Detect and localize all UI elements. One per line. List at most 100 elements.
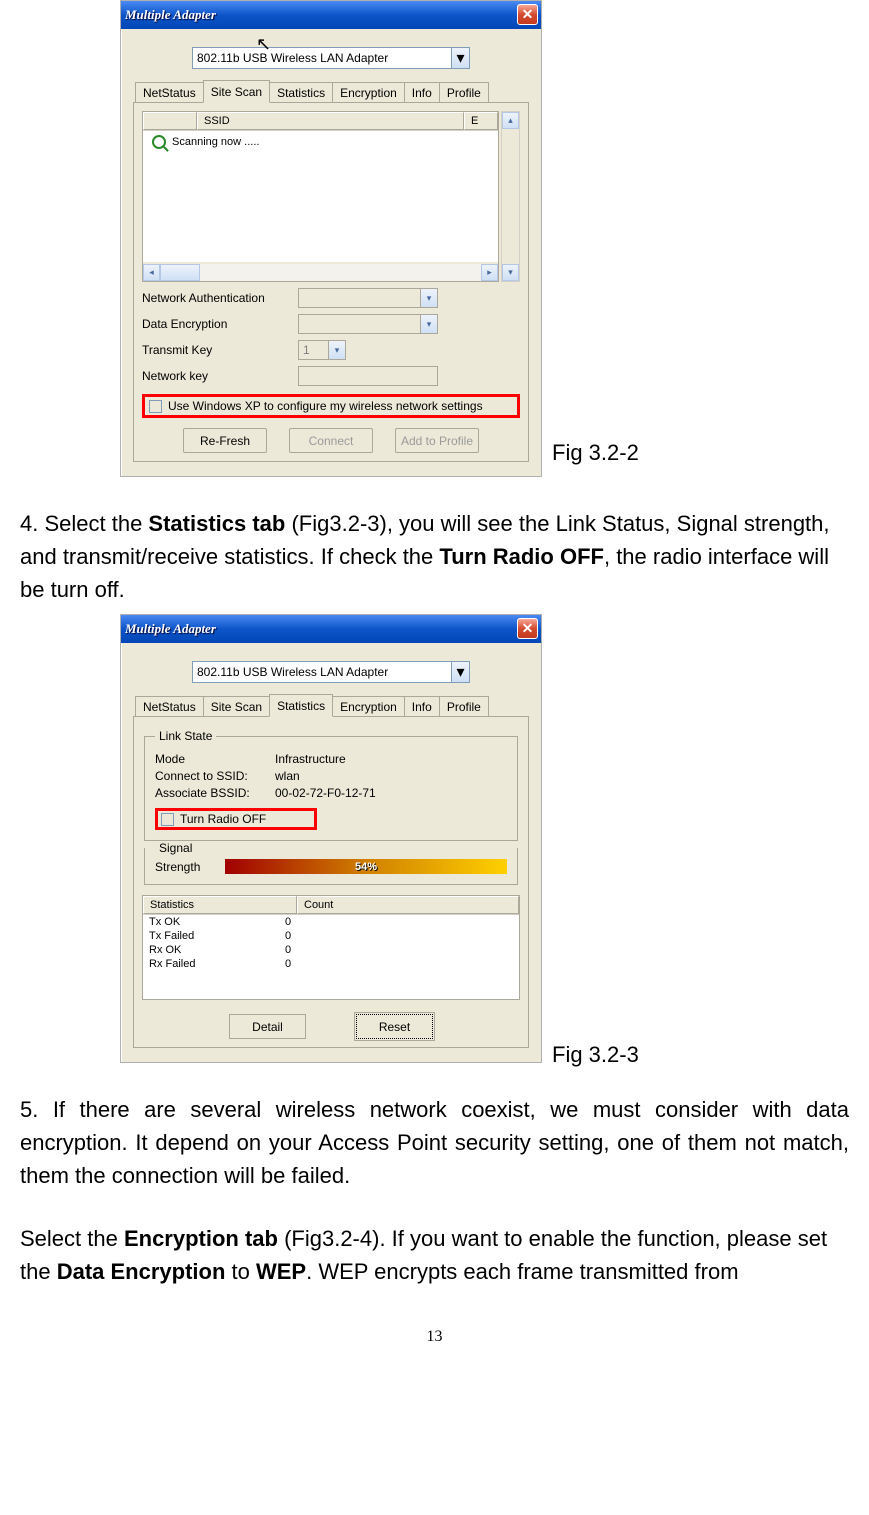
titlebar: Multiple Adapter ✕ — [121, 615, 541, 643]
tab-sitescan[interactable]: Site Scan — [203, 696, 270, 716]
scroll-right-icon[interactable]: ▸ — [481, 264, 498, 281]
label-tx-key: Transmit Key — [142, 343, 292, 357]
col-blank — [143, 112, 197, 130]
window-title: Multiple Adapter — [125, 621, 216, 637]
tab-bar: NetStatus Site Scan Statistics Encryptio… — [133, 79, 529, 103]
net-auth-dropdown[interactable]: ▾ — [298, 288, 438, 308]
bssid-label: Associate BSSID: — [155, 786, 275, 800]
chevron-down-icon[interactable]: ▾ — [452, 661, 470, 683]
page-number: 13 — [0, 1328, 869, 1346]
strength-value: 54% — [355, 861, 377, 873]
highlight-xp-checkbox: Use Windows XP to configure my wireless … — [142, 394, 520, 418]
tab-netstatus[interactable]: NetStatus — [135, 82, 204, 102]
tx-key-val: 1 — [299, 343, 314, 357]
bssid-value: 00-02-72-F0-12-71 — [275, 786, 376, 800]
label-net-auth: Network Authentication — [142, 291, 292, 305]
close-icon[interactable]: ✕ — [517, 4, 538, 25]
signal-group: Signal Strength 54% — [144, 841, 518, 885]
strength-label: Strength — [155, 860, 215, 874]
reset-button[interactable]: Reset — [356, 1014, 433, 1039]
tab-sitescan[interactable]: Site Scan — [203, 80, 270, 103]
ssid-list[interactable]: SSID E Scanning now ..... ◂ — [142, 111, 499, 282]
tab-netstatus[interactable]: NetStatus — [135, 696, 204, 716]
tx-key-dropdown[interactable]: 1▾ — [298, 340, 346, 360]
label-data-enc: Data Encryption — [142, 317, 292, 331]
connect-button[interactable]: Connect — [289, 428, 373, 453]
tab-info[interactable]: Info — [404, 82, 440, 102]
link-state-legend: Link State — [155, 729, 216, 743]
scanning-status: Scanning now ..... — [144, 131, 497, 153]
tab-encryption[interactable]: Encryption — [332, 82, 405, 102]
scroll-left-icon[interactable]: ◂ — [143, 264, 160, 281]
chevron-down-icon: ▾ — [420, 289, 437, 307]
button-row: Re-Fresh Connect Add to Profile — [142, 428, 520, 453]
signal-bar: 54% — [225, 859, 507, 874]
mode-value: Infrastructure — [275, 752, 346, 766]
row-net-key: Network key — [142, 366, 520, 386]
scroll-up-icon[interactable]: ▴ — [502, 112, 519, 129]
table-row: Rx Failed0 — [143, 957, 519, 971]
col-e: E — [464, 112, 498, 130]
xp-checkbox[interactable] — [149, 400, 162, 413]
tab-statistics[interactable]: Statistics — [269, 694, 333, 717]
tab-bar: NetStatus Site Scan Statistics Encryptio… — [133, 693, 529, 717]
h-scrollbar[interactable]: ◂ ▸ — [143, 264, 498, 281]
tab-statistics[interactable]: Statistics — [269, 82, 333, 102]
search-icon — [152, 135, 166, 149]
scroll-thumb[interactable] — [160, 264, 200, 281]
statistics-panel: Link State ModeInfrastructure Connect to… — [133, 717, 529, 1048]
table-row: Tx Failed0 — [143, 929, 519, 943]
signal-legend: Signal — [155, 841, 196, 855]
tab-encryption[interactable]: Encryption — [332, 696, 405, 716]
row-data-enc: Data Encryption ▾ — [142, 314, 520, 334]
table-row: Rx OK0 — [143, 943, 519, 957]
col-ssid: SSID — [197, 112, 464, 130]
tab-info[interactable]: Info — [404, 696, 440, 716]
chevron-down-icon: ▾ — [420, 315, 437, 333]
adapter-combo-text: 802.11b USB Wireless LAN Adapter — [192, 47, 452, 69]
tab-profile[interactable]: Profile — [439, 696, 489, 716]
table-row — [143, 971, 519, 985]
chevron-down-icon[interactable]: ▾ — [452, 47, 470, 69]
close-icon[interactable]: ✕ — [517, 618, 538, 639]
figure-caption-1: Fig 3.2-2 — [552, 440, 639, 466]
highlight-turn-radio-off: Turn Radio OFF — [155, 808, 317, 830]
titlebar: Multiple Adapter ✕ — [121, 1, 541, 29]
net-key-input[interactable] — [298, 366, 438, 386]
data-enc-dropdown[interactable]: ▾ — [298, 314, 438, 334]
paragraph-encryption: Select the Encryption tab (Fig3.2-4). If… — [20, 1222, 849, 1288]
scroll-down-icon[interactable]: ▾ — [502, 264, 519, 281]
refresh-button[interactable]: Re-Fresh — [183, 428, 267, 453]
table-row — [143, 985, 519, 999]
figure-caption-2: Fig 3.2-3 — [552, 1042, 639, 1068]
sitescan-panel: SSID E Scanning now ..... ◂ — [133, 103, 529, 462]
col-statistics: Statistics — [143, 896, 297, 914]
turn-radio-off-label: Turn Radio OFF — [180, 812, 266, 826]
v-scrollbar[interactable]: ▴ ▾ — [501, 111, 520, 282]
paragraph-5: 5. If there are several wireless network… — [20, 1093, 849, 1192]
chevron-down-icon: ▾ — [328, 341, 345, 359]
adapter-combo-text: 802.11b USB Wireless LAN Adapter — [192, 661, 452, 683]
adapter-combo[interactable]: 802.11b USB Wireless LAN Adapter ▾ — [133, 661, 529, 683]
paragraph-4: 4. Select the Statistics tab (Fig3.2-3),… — [20, 507, 849, 606]
row-net-auth: Network Authentication ▾ — [142, 288, 520, 308]
detail-button[interactable]: Detail — [229, 1014, 306, 1039]
label-net-key: Network key — [142, 369, 292, 383]
scanning-text: Scanning now ..... — [172, 136, 259, 148]
row-tx-key: Transmit Key 1▾ — [142, 340, 520, 360]
link-state-group: Link State ModeInfrastructure Connect to… — [144, 729, 518, 841]
dialog-statistics: Multiple Adapter ✕ 802.11b USB Wireless … — [120, 614, 542, 1063]
scroll-track — [200, 264, 481, 281]
tab-profile[interactable]: Profile — [439, 82, 489, 102]
xp-checkbox-label: Use Windows XP to configure my wireless … — [168, 399, 483, 413]
adapter-combo[interactable]: 802.11b USB Wireless LAN Adapter ▾ — [133, 47, 529, 69]
window-title: Multiple Adapter — [125, 7, 216, 23]
table-row: Tx OK0 — [143, 915, 519, 929]
ssid-value: wlan — [275, 769, 300, 783]
mode-label: Mode — [155, 752, 275, 766]
col-count: Count — [297, 896, 519, 914]
button-row: Detail Reset — [142, 1014, 520, 1039]
dialog-site-scan: Multiple Adapter ✕ ↖ 802.11b USB Wireles… — [120, 0, 542, 477]
turn-radio-off-checkbox[interactable] — [161, 813, 174, 826]
add-profile-button[interactable]: Add to Profile — [395, 428, 479, 453]
